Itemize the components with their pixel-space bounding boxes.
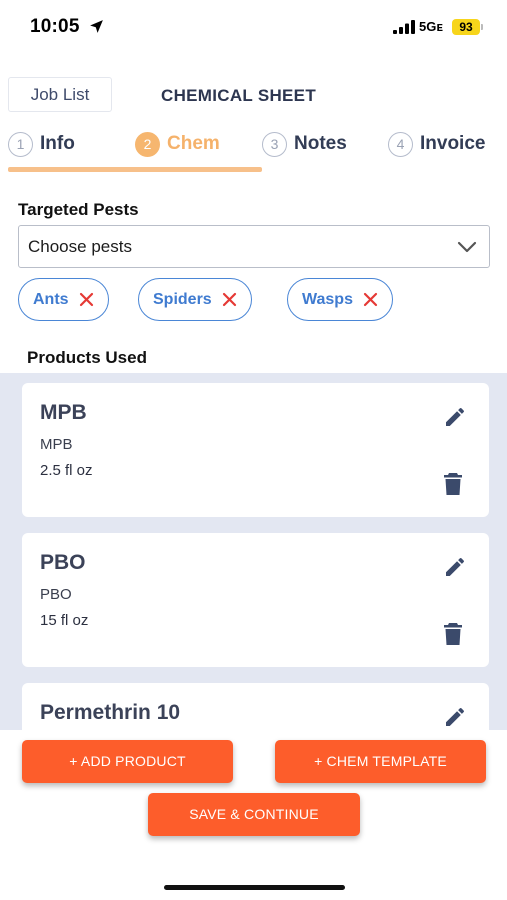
pencil-icon[interactable] [443, 405, 467, 429]
tab-invoice[interactable]: 4 Invoice [388, 131, 485, 157]
pencil-icon[interactable] [443, 705, 467, 729]
close-icon[interactable] [222, 292, 237, 307]
tab-label: Chem [167, 133, 220, 154]
job-list-button[interactable]: Job List [8, 77, 112, 112]
battery-indicator: 93 [452, 19, 480, 35]
tab-number: 4 [388, 131, 413, 157]
tab-chem[interactable]: 2 Chem [135, 131, 220, 157]
page-title: CHEMICAL SHEET [161, 86, 317, 105]
pest-select-value: Choose pests [28, 237, 132, 256]
pest-chip-wasps: Wasps [287, 278, 393, 321]
product-card: MPB MPB 2.5 fl oz [22, 383, 489, 517]
home-indicator[interactable] [164, 885, 345, 890]
cellular-signal-icon [393, 20, 415, 34]
tab-label: Info [40, 133, 75, 154]
product-amount: 15 fl oz [40, 612, 89, 629]
location-arrow-icon [90, 20, 103, 33]
product-card: Permethrin 10 [22, 683, 489, 730]
tab-number: 3 [262, 131, 287, 157]
tab-number: 1 [8, 131, 33, 157]
status-bar: 10:05 5Gᴇ 93 [0, 0, 507, 56]
tab-notes[interactable]: 3 Notes [262, 131, 347, 157]
trash-icon[interactable] [444, 623, 462, 645]
product-name: Permethrin 10 [40, 701, 181, 724]
tab-label: Notes [294, 133, 347, 154]
status-time: 10:05 [30, 16, 80, 37]
product-name: MPB [40, 401, 87, 424]
pest-select[interactable]: Choose pests [18, 225, 490, 268]
product-subname: MPB [40, 436, 73, 453]
pest-chip-spiders: Spiders [138, 278, 252, 321]
close-icon[interactable] [363, 292, 378, 307]
product-card: PBO PBO 15 fl oz [22, 533, 489, 667]
product-name: PBO [40, 551, 86, 574]
tab-info[interactable]: 1 Info [8, 131, 75, 157]
product-subname: PBO [40, 586, 72, 603]
chevron-down-icon [457, 241, 477, 253]
products-list[interactable]: MPB MPB 2.5 fl oz PBO PBO 15 fl oz Perme… [0, 373, 507, 730]
network-type: 5Gᴇ [419, 19, 443, 34]
products-used-label: Products Used [27, 348, 147, 367]
pencil-icon[interactable] [443, 555, 467, 579]
pest-chip-ants: Ants [18, 278, 109, 321]
product-amount: 2.5 fl oz [40, 462, 93, 479]
chip-label: Wasps [302, 290, 353, 308]
chip-label: Ants [33, 290, 69, 308]
tab-label: Invoice [420, 133, 486, 154]
targeted-pests-label: Targeted Pests [18, 200, 139, 219]
tab-number: 2 [135, 131, 160, 157]
save-continue-button[interactable]: SAVE & CONTINUE [148, 793, 360, 836]
chem-template-button[interactable]: + CHEM TEMPLATE [275, 740, 486, 783]
close-icon[interactable] [79, 292, 94, 307]
trash-icon[interactable] [444, 473, 462, 495]
add-product-button[interactable]: + ADD PRODUCT [22, 740, 233, 783]
chip-label: Spiders [153, 290, 212, 308]
active-tab-indicator [8, 167, 262, 172]
battery-cap [481, 24, 483, 30]
